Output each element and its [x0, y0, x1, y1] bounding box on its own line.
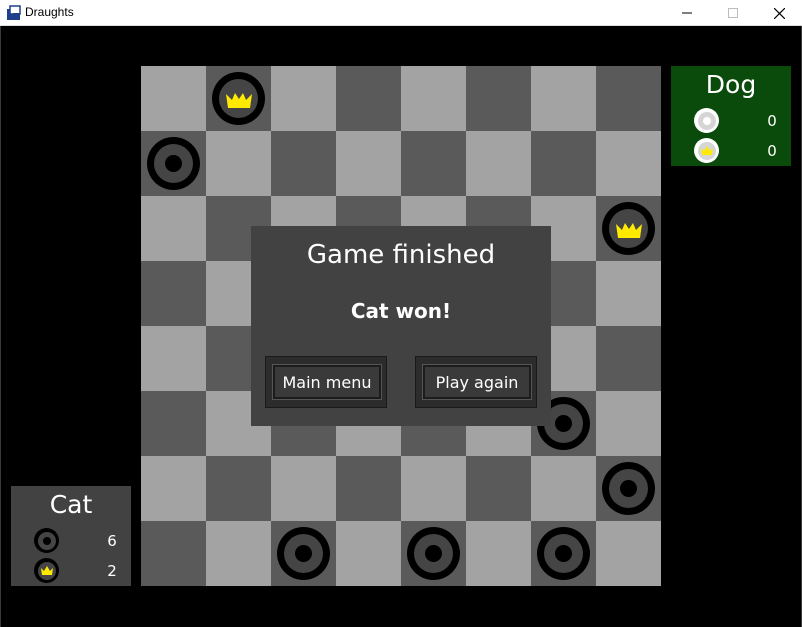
board-square[interactable] [596, 131, 661, 196]
board-square[interactable] [401, 131, 466, 196]
dog-men-count: 0 [767, 112, 777, 130]
board-square[interactable] [206, 66, 271, 131]
cat-men-count: 6 [107, 532, 117, 550]
board-square[interactable] [206, 131, 271, 196]
minimize-button[interactable] [664, 0, 710, 26]
board-square[interactable] [271, 131, 336, 196]
maximize-icon [728, 8, 738, 18]
board-square[interactable] [206, 456, 271, 521]
play-again-button[interactable]: Play again [415, 356, 537, 408]
player-name-cat: Cat [49, 490, 93, 519]
king-piece[interactable] [212, 72, 265, 125]
board-square[interactable] [596, 326, 661, 391]
board-square[interactable] [141, 261, 206, 326]
board-square[interactable] [336, 456, 401, 521]
window-titlebar: Draughts [0, 0, 802, 26]
window-frame-left [0, 26, 1, 627]
board-square[interactable] [141, 66, 206, 131]
board-square[interactable] [401, 521, 466, 586]
board-square[interactable] [271, 521, 336, 586]
board-square[interactable] [141, 196, 206, 261]
player-panel-dog: Dog 0 0 [671, 66, 791, 166]
man-piece[interactable] [602, 462, 655, 515]
board-square[interactable] [596, 261, 661, 326]
board-square[interactable] [271, 456, 336, 521]
cat-kings-count: 2 [107, 562, 117, 580]
board-square[interactable] [531, 66, 596, 131]
black-king-icon [34, 558, 59, 583]
board-square[interactable] [531, 456, 596, 521]
board-square[interactable] [336, 66, 401, 131]
board-square[interactable] [596, 456, 661, 521]
king-piece[interactable] [602, 202, 655, 255]
dialog-title: Game finished [306, 240, 496, 270]
board-square[interactable] [336, 131, 401, 196]
board-square[interactable] [466, 66, 531, 131]
close-button[interactable] [756, 0, 802, 26]
board-square[interactable] [466, 521, 531, 586]
main-menu-button[interactable]: Main menu [265, 356, 387, 408]
draughts-app-icon [7, 5, 21, 20]
man-piece[interactable] [277, 527, 330, 580]
board-square[interactable] [206, 521, 271, 586]
board-square[interactable] [336, 521, 401, 586]
board-square[interactable] [531, 521, 596, 586]
board-square[interactable] [596, 521, 661, 586]
man-piece[interactable] [407, 527, 460, 580]
winner-message: Cat won! [350, 299, 452, 323]
man-piece[interactable] [147, 137, 200, 190]
maximize-button[interactable] [710, 0, 756, 26]
board-square[interactable] [401, 456, 466, 521]
board-square[interactable] [141, 456, 206, 521]
main-menu-label: Main menu [272, 364, 382, 400]
play-again-label: Play again [422, 364, 532, 400]
board-square[interactable] [596, 196, 661, 261]
player-name-dog: Dog [705, 70, 757, 99]
board-square[interactable] [596, 391, 661, 456]
board-square[interactable] [141, 326, 206, 391]
window-title: Draughts [25, 5, 74, 19]
board-square[interactable] [141, 131, 206, 196]
board-square[interactable] [531, 131, 596, 196]
game-finished-dialog: Game finished Cat won! Main menu Play ag… [251, 226, 551, 426]
board-square[interactable] [141, 521, 206, 586]
player-panel-cat: Cat 6 2 [11, 486, 131, 586]
white-king-icon [694, 138, 719, 163]
man-piece[interactable] [537, 527, 590, 580]
crown-icon [225, 92, 252, 108]
board-square[interactable] [466, 456, 531, 521]
board-square[interactable] [466, 131, 531, 196]
dog-kings-count: 0 [767, 142, 777, 160]
black-man-icon [34, 528, 59, 553]
close-icon [773, 7, 785, 19]
crown-icon [615, 222, 642, 238]
board-square[interactable] [141, 391, 206, 456]
board-square[interactable] [596, 66, 661, 131]
white-man-icon [694, 108, 719, 133]
minimize-icon [682, 12, 692, 14]
board-square[interactable] [401, 66, 466, 131]
board-square[interactable] [271, 66, 336, 131]
